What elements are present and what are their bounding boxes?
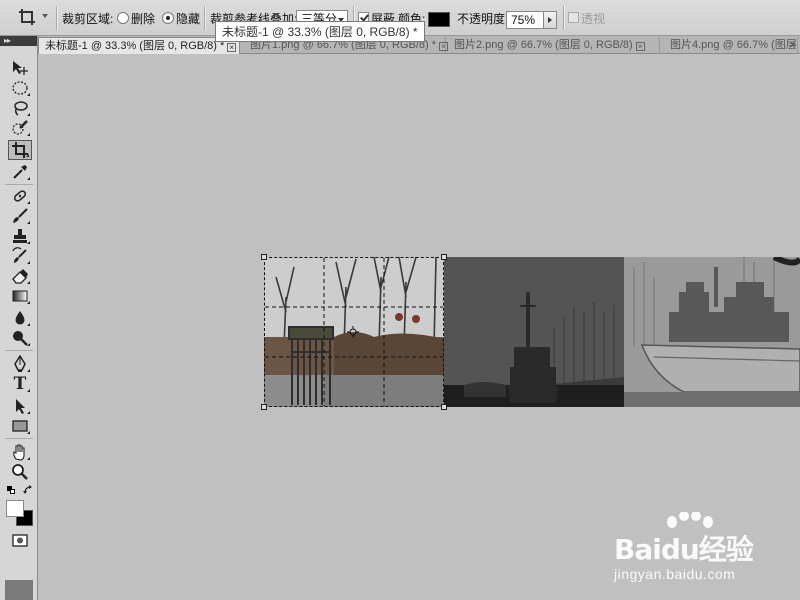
submenu-indicator bbox=[27, 301, 30, 304]
history-brush-tool[interactable] bbox=[8, 246, 32, 266]
tab-label: 未标题-1 @ 33.3% (图层 0, RGB/8) * bbox=[45, 40, 225, 52]
close-icon[interactable]: × bbox=[227, 43, 237, 52]
delete-label: 删除 bbox=[131, 12, 156, 26]
divider bbox=[5, 350, 33, 351]
opacity-input[interactable]: 75% bbox=[506, 11, 544, 29]
crop-selection-box[interactable] bbox=[261, 254, 447, 410]
submenu-indicator bbox=[27, 369, 30, 372]
tools-panel: ▸▸ T bbox=[0, 36, 38, 600]
crop-handle-top-right[interactable] bbox=[441, 254, 447, 260]
default-bg-chip bbox=[10, 489, 15, 494]
screen-mode-area bbox=[5, 580, 33, 600]
quick-mask-button[interactable] bbox=[8, 530, 32, 550]
path-select-tool[interactable] bbox=[8, 396, 32, 416]
eraser-tool[interactable] bbox=[8, 266, 32, 286]
hand-tool[interactable] bbox=[8, 442, 32, 462]
tab-label: 图片4.png @ 66.7% (图层 0, RGB/8) bbox=[670, 39, 797, 51]
tabs-overflow-button[interactable]: » bbox=[790, 39, 796, 50]
submenu-indicator bbox=[27, 323, 30, 326]
foreground-color-swatch[interactable] bbox=[6, 500, 24, 517]
tab-untitled-1[interactable]: 未标题-1 @ 33.3% (图层 0, RGB/8) * × bbox=[38, 37, 240, 54]
crop-area-label: 裁剪区域: bbox=[62, 12, 114, 26]
submenu-indicator bbox=[27, 177, 30, 180]
quick-select-tool[interactable] bbox=[8, 118, 32, 138]
crop-handle-bottom-right[interactable] bbox=[441, 404, 447, 410]
divider bbox=[204, 6, 205, 30]
submenu-indicator bbox=[26, 154, 29, 157]
type-icon: T bbox=[13, 374, 27, 394]
zoom-tool[interactable] bbox=[8, 462, 32, 482]
submenu-indicator bbox=[27, 343, 30, 346]
default-colors-button[interactable] bbox=[7, 486, 15, 494]
opacity-label: 不透明度: bbox=[457, 12, 509, 26]
submenu-indicator bbox=[27, 113, 30, 116]
chevron-down-icon bbox=[42, 14, 48, 18]
watermark-url: jingyan.baidu.com bbox=[614, 566, 736, 582]
eyedropper-tool[interactable] bbox=[8, 162, 32, 182]
marquee-tool[interactable] bbox=[8, 78, 32, 98]
perspective-label: 透视 bbox=[581, 12, 606, 26]
perspective-checkbox[interactable] bbox=[568, 12, 579, 23]
submenu-indicator bbox=[27, 411, 30, 414]
pen-tool[interactable] bbox=[8, 354, 32, 374]
delete-radio[interactable] bbox=[117, 12, 129, 24]
brush-tool[interactable] bbox=[8, 206, 32, 226]
submenu-indicator bbox=[27, 221, 30, 224]
photo-warship-haze bbox=[444, 257, 624, 407]
close-icon[interactable]: × bbox=[439, 42, 449, 51]
dodge-tool[interactable] bbox=[8, 328, 32, 348]
divider bbox=[56, 6, 57, 30]
swap-colors-icon[interactable] bbox=[23, 485, 33, 495]
crop-handle-top-left[interactable] bbox=[261, 254, 267, 260]
crop-tool[interactable] bbox=[8, 140, 32, 160]
submenu-indicator bbox=[27, 281, 30, 284]
divider bbox=[5, 438, 33, 439]
clone-stamp-tool[interactable] bbox=[8, 226, 32, 246]
healing-brush-tool[interactable] bbox=[8, 186, 32, 206]
photo-old-warship bbox=[624, 257, 800, 407]
tab-image2[interactable]: 图片2.png @ 66.7% (图层 0, RGB/8) × bbox=[448, 37, 660, 54]
shield-color-swatch[interactable] bbox=[428, 12, 450, 27]
quick-mask-icon bbox=[12, 534, 28, 547]
move-tool[interactable] bbox=[8, 58, 32, 78]
panel-collapse-grip[interactable]: ▸▸ bbox=[0, 36, 37, 46]
tab-tooltip: 未标题-1 @ 33.3% (图层 0, RGB/8) * bbox=[215, 21, 425, 42]
shape-tool[interactable] bbox=[8, 416, 32, 436]
tab-label: 图片2.png @ 66.7% (图层 0, RGB/8) bbox=[454, 39, 633, 51]
crop-tool-icon bbox=[19, 9, 35, 25]
baidu-watermark: Baidu经验 jingyan.baidu.com bbox=[612, 512, 792, 584]
lasso-tool[interactable] bbox=[8, 98, 32, 118]
submenu-indicator bbox=[27, 431, 30, 434]
divider bbox=[563, 6, 564, 30]
submenu-indicator bbox=[27, 133, 30, 136]
tab-image4[interactable]: 图片4.png @ 66.7% (图层 0, RGB/8) bbox=[664, 37, 798, 54]
move-icon bbox=[13, 61, 28, 75]
zoom-icon bbox=[12, 464, 28, 480]
submenu-indicator bbox=[27, 389, 30, 392]
submenu-indicator bbox=[27, 201, 30, 204]
hide-label: 隐藏 bbox=[176, 12, 201, 26]
watermark-brand: Baidu经验 bbox=[614, 533, 754, 566]
divider bbox=[5, 184, 33, 185]
crop-handle-bottom-left[interactable] bbox=[261, 404, 267, 410]
tool-preset-picker[interactable] bbox=[4, 6, 50, 30]
submenu-indicator bbox=[27, 457, 30, 460]
submenu-indicator bbox=[27, 241, 30, 244]
opacity-slider-button[interactable] bbox=[543, 11, 557, 29]
crop-center-icon bbox=[347, 326, 359, 338]
hide-radio[interactable] bbox=[162, 12, 174, 24]
gradient-tool[interactable] bbox=[8, 286, 32, 306]
blur-tool[interactable] bbox=[8, 308, 32, 328]
submenu-indicator bbox=[27, 261, 30, 264]
type-tool[interactable]: T bbox=[8, 374, 32, 394]
submenu-indicator bbox=[27, 93, 30, 96]
close-icon[interactable]: × bbox=[635, 42, 645, 51]
